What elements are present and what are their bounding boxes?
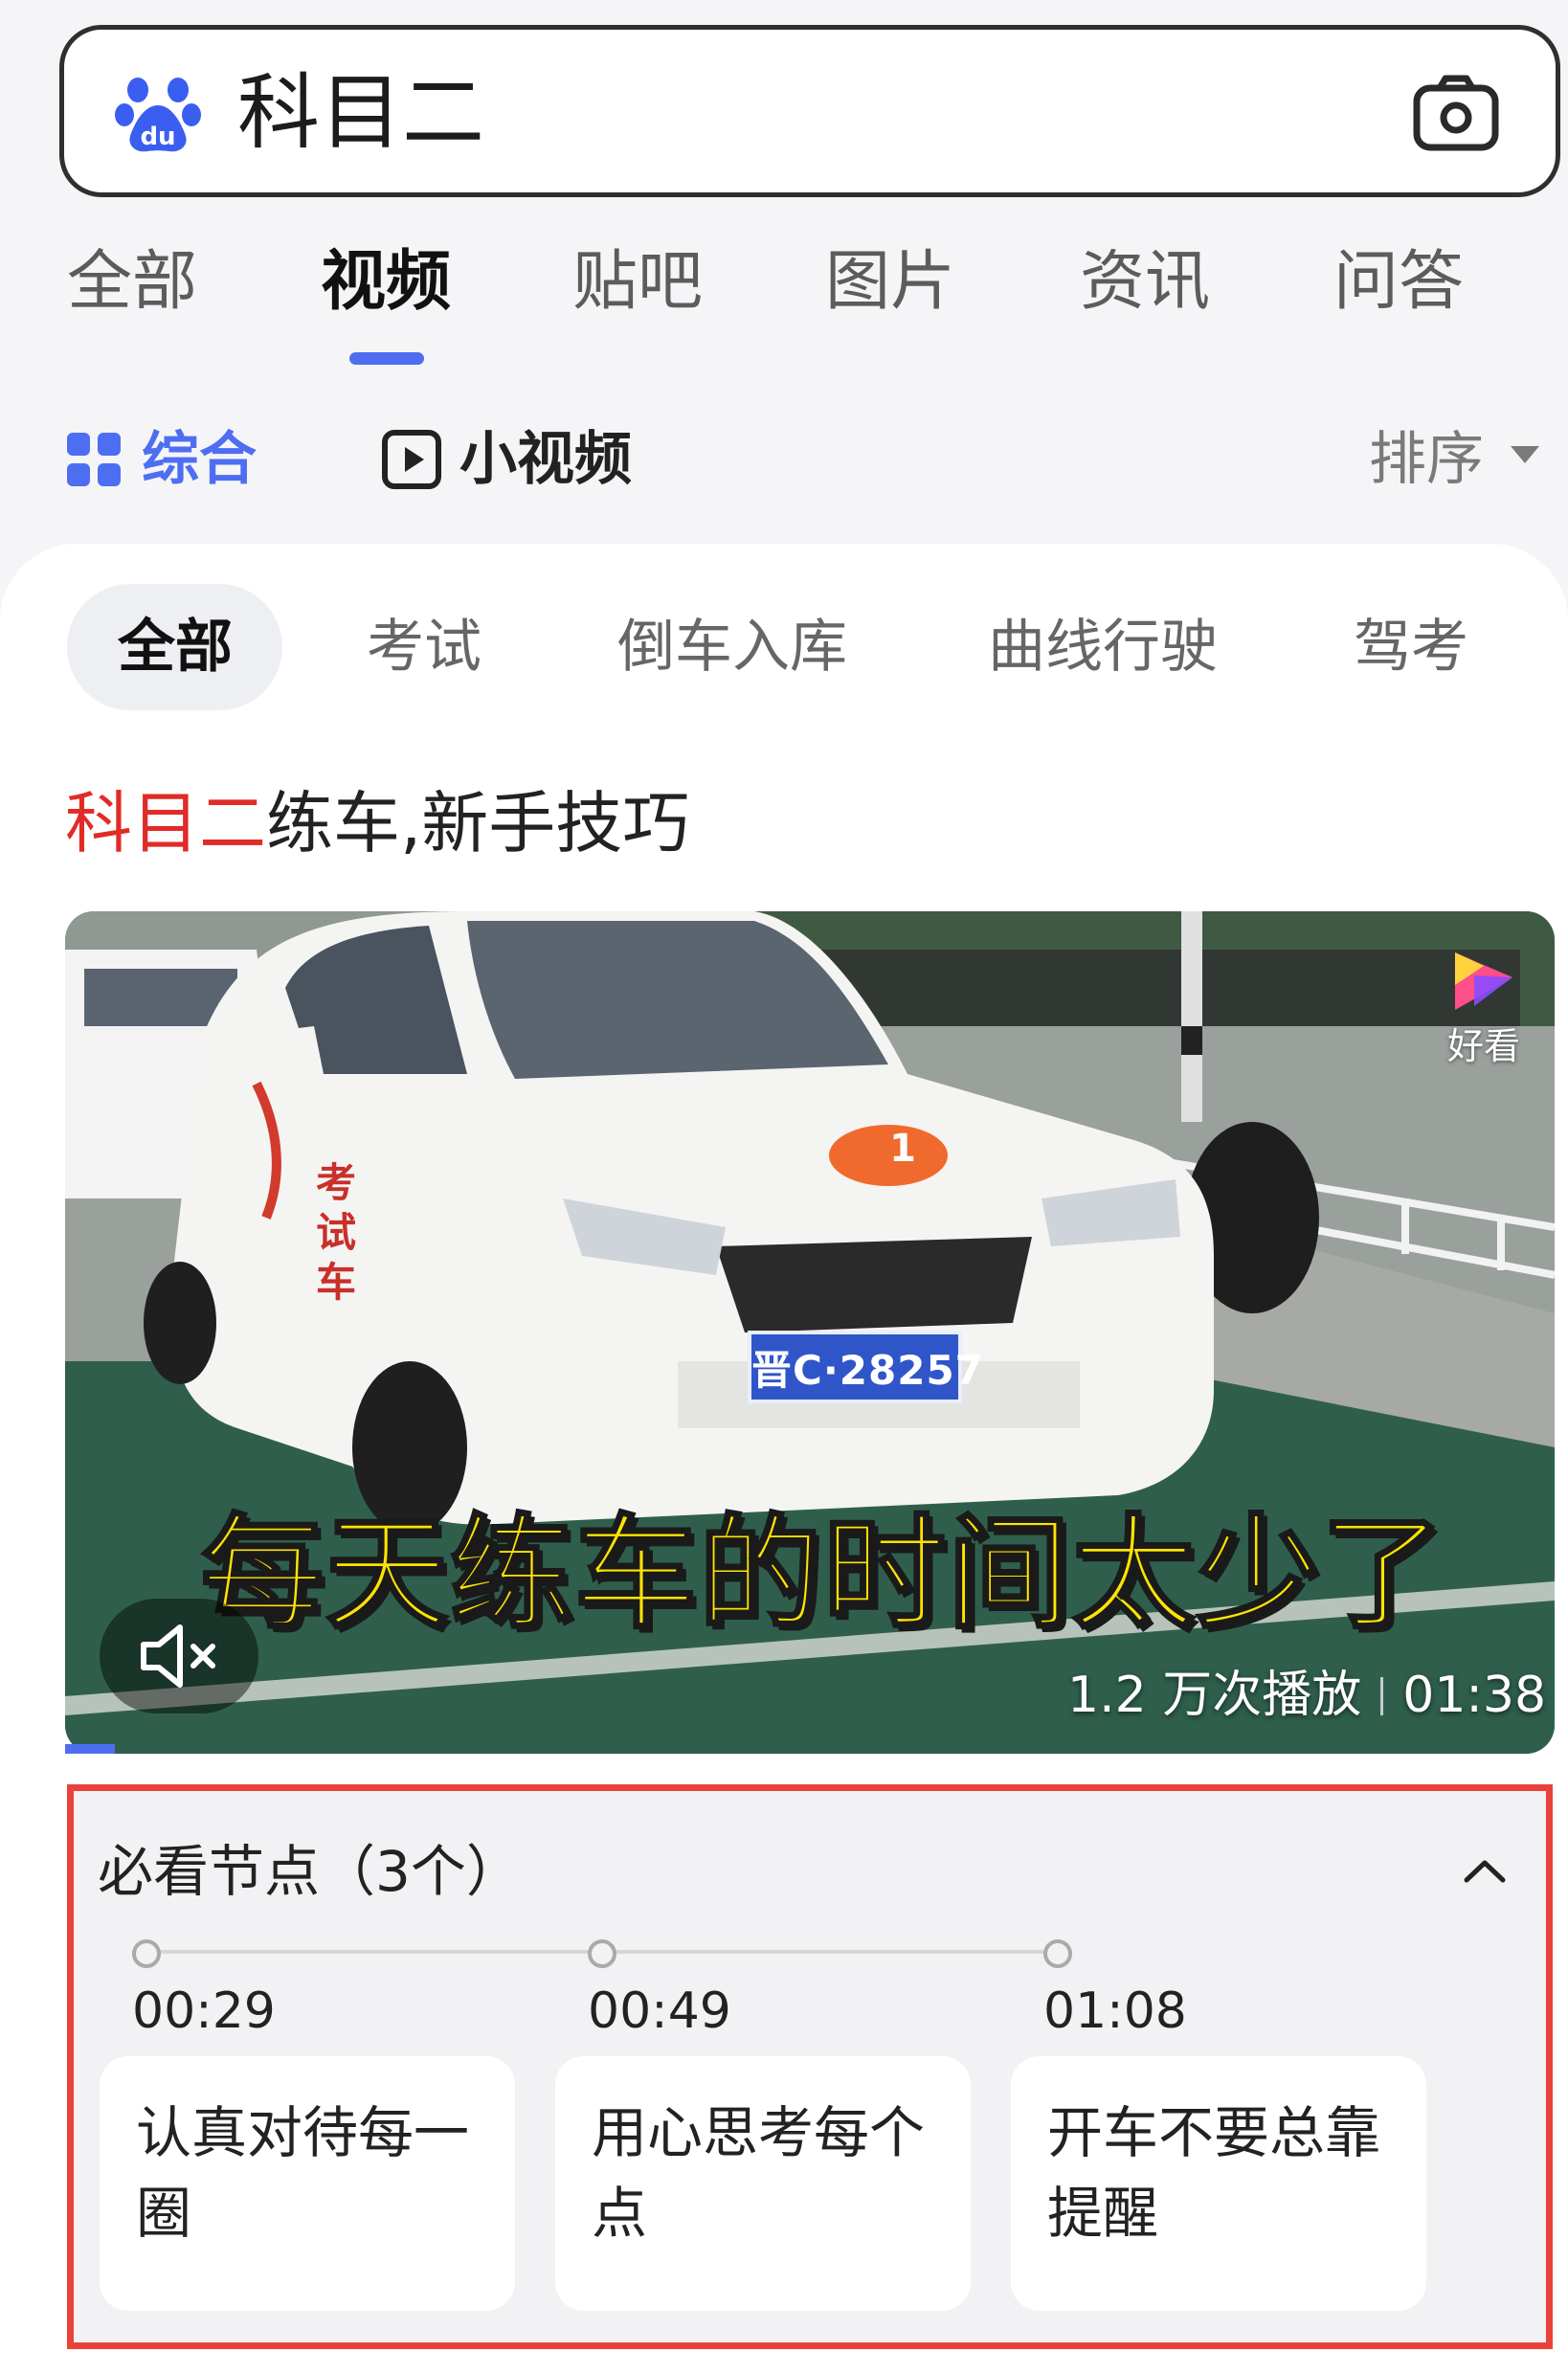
chip-all[interactable]: 全部 [118, 609, 233, 685]
tab-tieba[interactable]: 贴吧 [572, 239, 703, 325]
camera-icon[interactable] [1413, 75, 1499, 151]
chip-exam[interactable]: 考试 [367, 609, 482, 685]
chapter-time[interactable]: 00:49 [588, 1980, 731, 2043]
chapter-card[interactable]: 用心思考每个点 [555, 2056, 971, 2311]
chapter-card[interactable]: 认真对待每一圈 [100, 2056, 515, 2311]
video-progress-bar[interactable] [65, 1744, 115, 1754]
chapter-card[interactable]: 开车不要总靠提醒 [1011, 2056, 1426, 2311]
chip-curve-driving[interactable]: 曲线行驶 [988, 609, 1218, 685]
chevron-down-icon[interactable] [1511, 446, 1539, 463]
video-duration: 01:38 [1402, 1667, 1547, 1724]
svg-text:du: du [140, 123, 175, 151]
chapter-dot[interactable] [1043, 1939, 1072, 1968]
view-count: 1.2 万次播放 [1067, 1667, 1362, 1724]
chip-driving-test[interactable]: 驾考 [1354, 609, 1468, 685]
baidu-paw-logo[interactable]: du [115, 69, 201, 155]
sort-button[interactable]: 排序 [1369, 421, 1484, 498]
tab-all[interactable]: 全部 [67, 239, 197, 325]
video-stats: 1.2 万次播放 01:38 [1067, 1666, 1546, 1725]
title-highlight: 科目二 [65, 784, 266, 862]
subtab-short-video[interactable]: 小视频 [459, 421, 632, 498]
chip-reverse-parking[interactable]: 倒车入库 [617, 609, 847, 685]
result-title[interactable]: 科目二练车,新手技巧 [65, 777, 689, 869]
tab-news[interactable]: 资讯 [1080, 239, 1210, 325]
subtab-zonghe[interactable]: 综合 [142, 421, 257, 498]
haokan-source-label: 好看 [1447, 1025, 1521, 1067]
video-caption: 每天练车的时间太少了 [199, 1502, 1446, 1647]
chapter-time[interactable]: 01:08 [1043, 1980, 1187, 2043]
hood-number-badge: 1 [889, 1127, 916, 1171]
mute-button[interactable] [100, 1599, 258, 1713]
chapter-dot[interactable] [588, 1939, 616, 1968]
chapter-time[interactable]: 00:29 [132, 1980, 276, 2043]
tab-images[interactable]: 图片 [825, 239, 955, 325]
mute-icon [141, 1624, 215, 1688]
tab-video[interactable]: 视频 [321, 239, 451, 325]
title-rest: 练车,新手技巧 [266, 784, 690, 862]
chapter-dot[interactable] [132, 1939, 161, 1968]
active-tab-indicator [349, 352, 424, 365]
chevron-up-icon[interactable] [1461, 1848, 1509, 1895]
grid-icon [67, 433, 121, 486]
search-input[interactable]: 科目二 [237, 59, 484, 167]
tab-qa[interactable]: 问答 [1333, 239, 1464, 325]
play-icon [381, 429, 442, 490]
license-plate: 晋C·28257 [751, 1347, 984, 1394]
key-moments-title: 必看节点（3个） [98, 1839, 522, 1904]
door-decal-text: 考试车 [316, 1159, 357, 1306]
